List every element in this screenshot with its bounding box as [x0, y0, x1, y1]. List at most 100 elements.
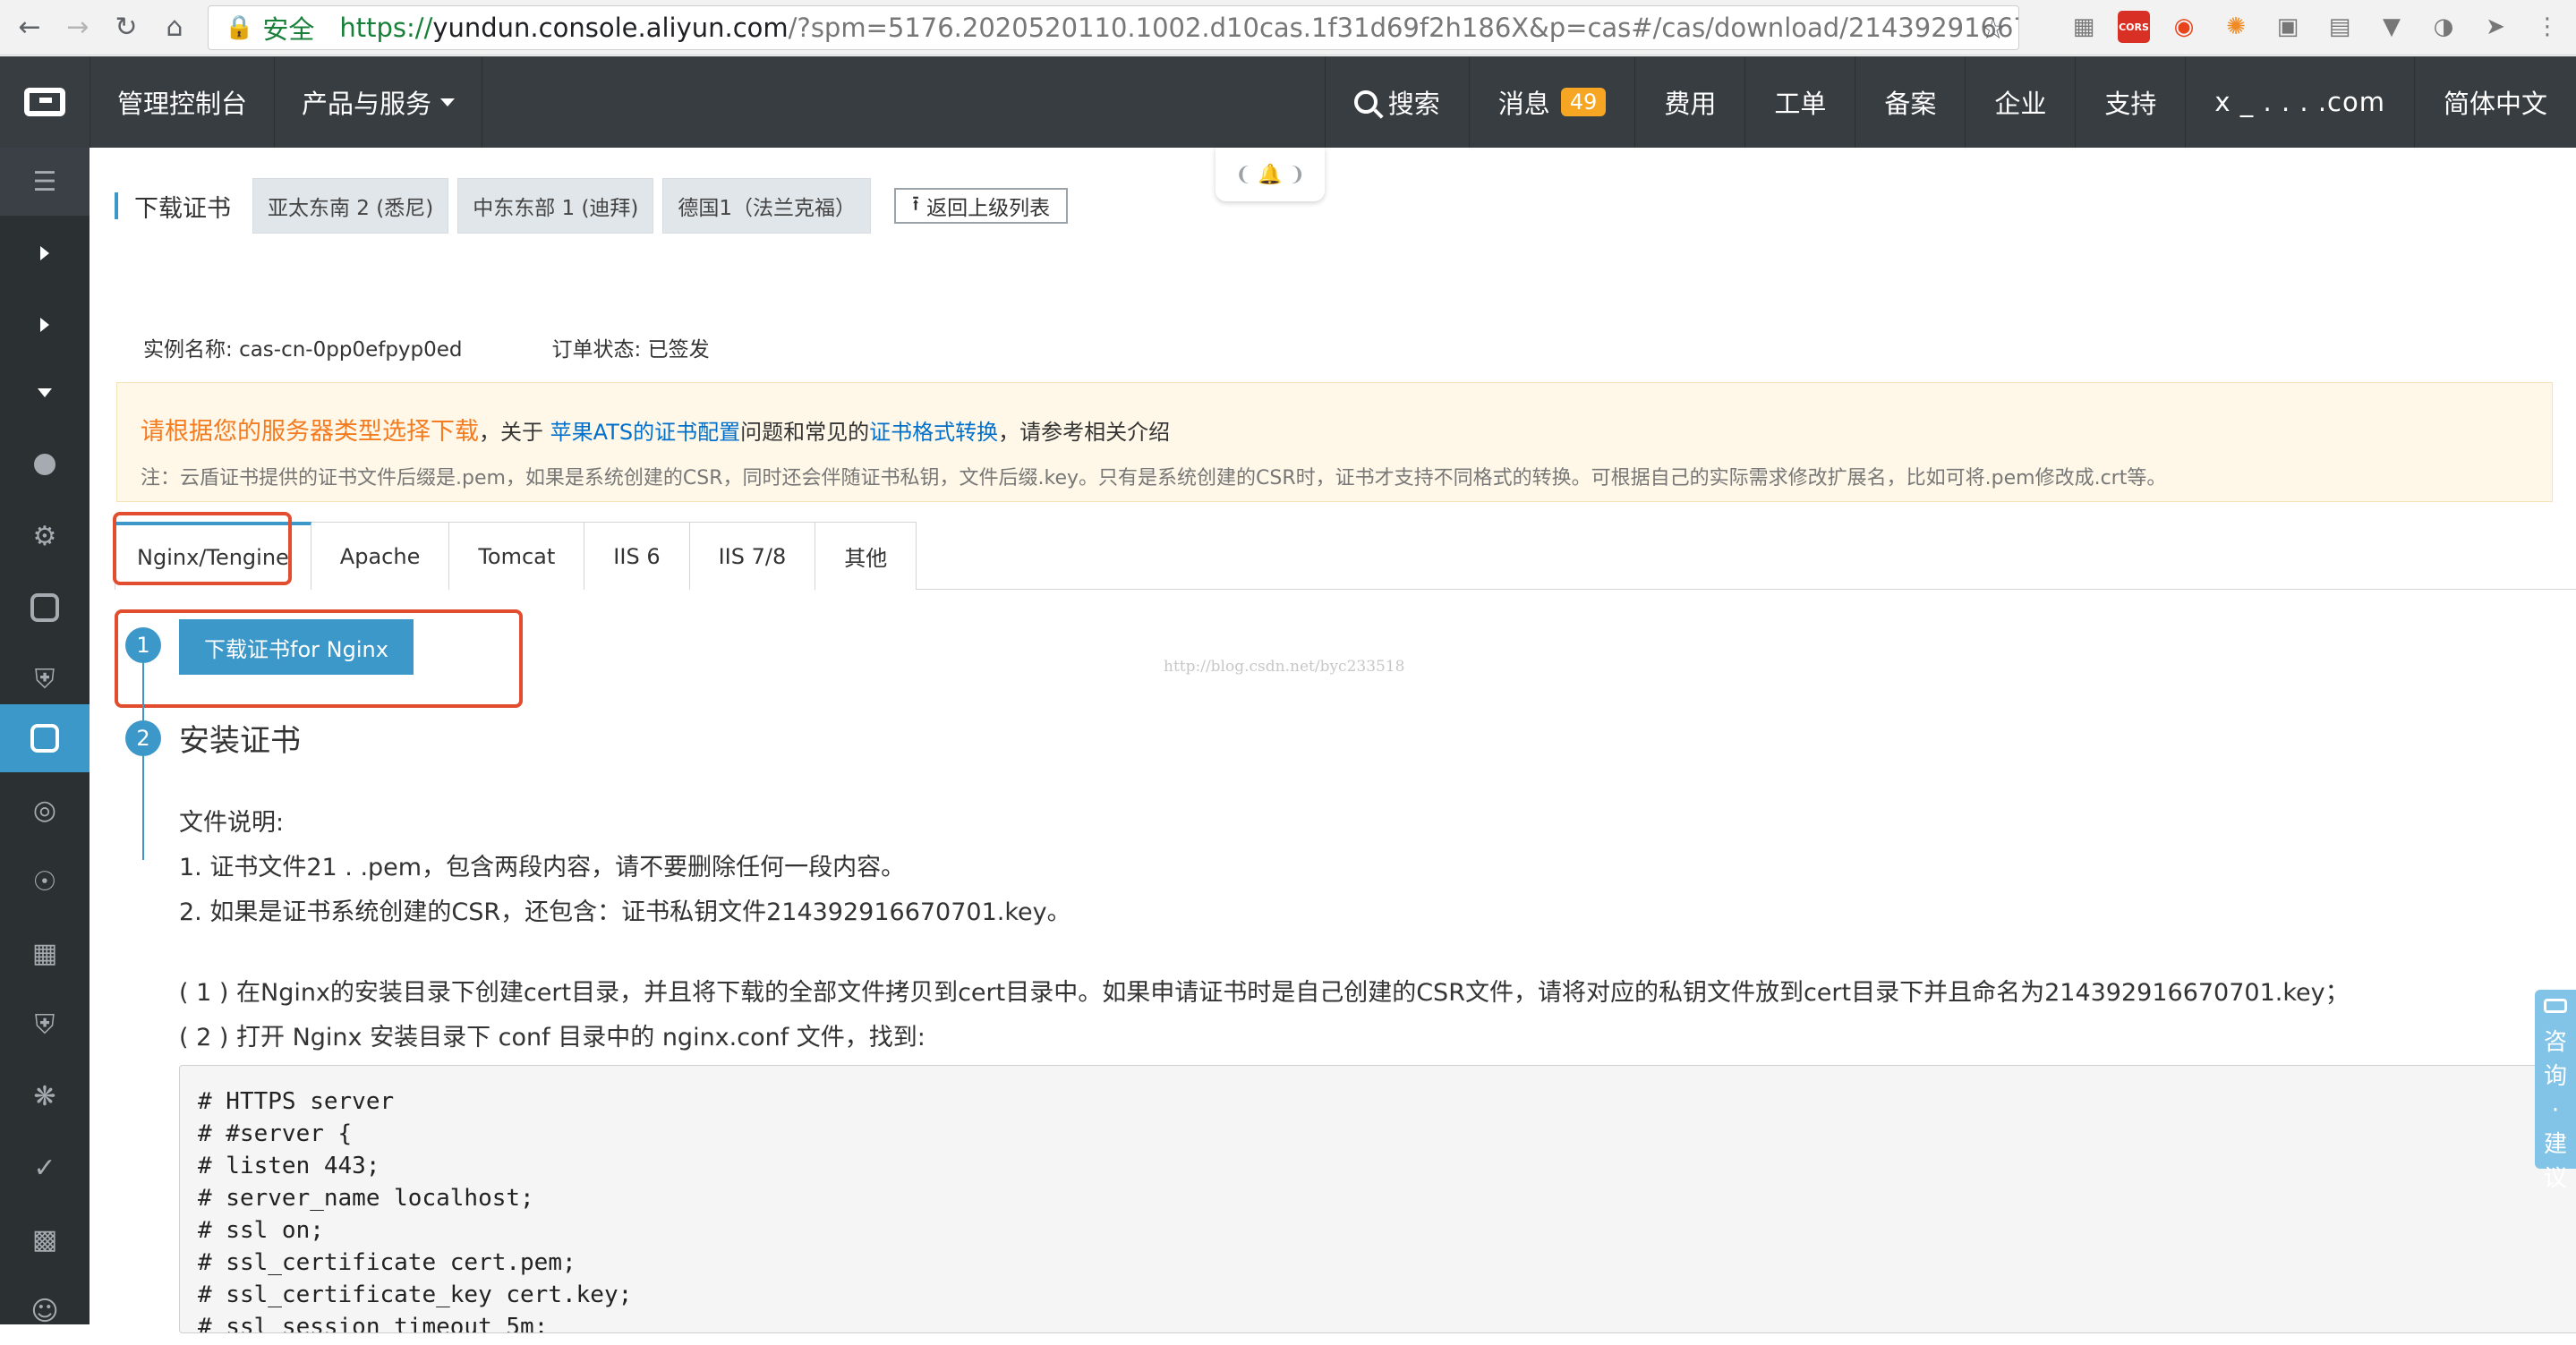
server-type-tabs: Nginx/Tengine Apache Tomcat IIS 6 IIS 7/…	[115, 522, 2576, 590]
sidebar-item-shield[interactable]: ⛨	[0, 991, 90, 1059]
status-label: 订单状态:	[551, 338, 642, 362]
notice-end: ，请参考相关介绍	[998, 420, 1171, 445]
notice-panel: 请根据您的服务器类型选择下载，关于 苹果ATS的证书配置问题和常见的证书格式转换…	[116, 382, 2553, 502]
sidebar-item-user[interactable]: ☺	[0, 1277, 90, 1345]
triangle-right-icon	[40, 246, 49, 260]
sidebar-item-overview[interactable]	[0, 430, 90, 498]
title-accent-bar	[115, 192, 118, 219]
firewall-icon	[30, 593, 59, 622]
support-label: 支持	[2104, 89, 2157, 119]
shield-extension-icon[interactable]: ◉	[2166, 9, 2202, 45]
sidebar-expand-1[interactable]	[0, 219, 90, 287]
order-status: 订单状态: 已签发	[552, 332, 710, 362]
sidebar-item-target[interactable]: ☉	[0, 847, 90, 915]
tab-apache[interactable]: Apache	[311, 522, 450, 590]
messages-label: 消息	[1497, 89, 1550, 119]
code-line: # listen 443;	[198, 1153, 380, 1179]
enterprise-link[interactable]: 企业	[1965, 56, 2075, 148]
sidebar-item-grid[interactable]: ▦	[0, 919, 90, 987]
region-tab[interactable]: 德国1（法兰克福）	[662, 178, 872, 234]
nginx-config-code: # HTTPS server # #server { # listen 443;…	[179, 1065, 2576, 1333]
account-menu[interactable]: x _ . . . .com	[2185, 56, 2414, 148]
sidebar-item-stats[interactable]: ▩	[0, 1205, 90, 1273]
step-2-marker: 2	[125, 720, 161, 756]
instance-name: 实例名称: cas-cn-0pp0efpyp0ed	[143, 332, 463, 362]
address-bar[interactable]: 🔒 安全 https:// yundun.console.aliyun.com …	[208, 5, 2019, 50]
triangle-right-icon	[40, 318, 49, 332]
sidebar-item-settings[interactable]: ⚙	[0, 502, 90, 570]
cors-extension-icon[interactable]: CORS	[2118, 11, 2150, 43]
sidebar-item-firewall[interactable]	[0, 574, 90, 642]
status-value: 已签发	[647, 338, 710, 362]
notice-mid: 问题和常见的	[740, 420, 870, 445]
camera-icon[interactable]: ▣	[2270, 9, 2306, 45]
forward-arrow-icon[interactable]: →	[59, 9, 97, 47]
tab-iis78[interactable]: IIS 7/8	[689, 522, 816, 590]
qr-code-icon[interactable]: ▦	[2066, 9, 2102, 45]
sidebar-item-eye[interactable]: ◎	[0, 776, 90, 844]
sidebar-expand-2[interactable]	[0, 291, 90, 359]
tab-tomcat[interactable]: Tomcat	[449, 522, 585, 590]
billing-link[interactable]: 费用	[1634, 56, 1744, 148]
vue-devtools-icon[interactable]: ▼	[2374, 9, 2410, 45]
search-icon	[1353, 90, 1378, 114]
feedback-button[interactable]: 咨 询 · 建 议	[2535, 990, 2576, 1192]
back-arrow-icon[interactable]: ←	[11, 9, 48, 47]
watermark: http://blog.csdn.net/byc233518	[1164, 658, 1405, 676]
icp-label: 备案	[1884, 89, 1937, 119]
search-button[interactable]: 搜索	[1324, 56, 1469, 148]
code-line: # ssl_certificate_key cert.key;	[198, 1281, 633, 1308]
notice-highlight: 请根据您的服务器类型选择下载	[141, 418, 479, 446]
region-tab[interactable]: 亚太东南 2 (悉尼)	[252, 178, 449, 234]
dot-icon	[34, 454, 55, 475]
secure-label: 安全	[262, 14, 315, 45]
step-1-marker: 1	[125, 627, 161, 663]
tab-other[interactable]: 其他	[815, 522, 917, 590]
aliyun-logo[interactable]	[0, 56, 90, 148]
notice-headline: 请根据您的服务器类型选择下载，关于 苹果ATS的证书配置问题和常见的证书格式转换…	[141, 412, 1170, 447]
sidebar-item-certificates[interactable]	[0, 704, 90, 772]
ats-config-link[interactable]: 苹果ATS的证书配置	[550, 420, 740, 445]
bookmark-star-icon[interactable]: ☆	[1980, 12, 2006, 46]
feedback-char: 询	[2543, 1063, 2567, 1090]
page-header: 下载证书 亚太东南 2 (悉尼) 中东东部 1 (迪拜) 德国1（法兰克福） ⭱…	[115, 178, 1069, 234]
code-line: # ssl_certificate cert.pem;	[198, 1249, 576, 1276]
install-step-2: ( 2 ) 打开 Nginx 安装目录下 conf 目录中的 nginx.con…	[179, 1024, 925, 1051]
messages-button[interactable]: 消息 49	[1468, 56, 1635, 148]
format-convert-link[interactable]: 证书格式转换	[869, 420, 998, 445]
file-desc-label: 文件说明:	[179, 809, 285, 837]
notification-bell[interactable]: ❨ 🔔 ❩	[1215, 148, 1325, 201]
download-nginx-button[interactable]: 下载证书for Nginx	[179, 619, 414, 675]
reader-icon[interactable]: ▤	[2322, 9, 2358, 45]
products-label: 产品与服务	[302, 89, 432, 119]
icp-link[interactable]: 备案	[1855, 56, 1965, 148]
enterprise-label: 企业	[1994, 89, 2047, 119]
code-line: # #server {	[198, 1120, 353, 1147]
products-menu[interactable]: 产品与服务	[275, 56, 483, 148]
tab-iis6[interactable]: IIS 6	[584, 522, 690, 590]
instance-label: 实例名称:	[143, 338, 233, 362]
messages-count-badge: 49	[1560, 88, 1607, 116]
back-to-list-button[interactable]: ⭱ 返回上级列表	[894, 188, 1069, 224]
tickets-label: 工单	[1774, 89, 1827, 119]
translate-icon[interactable]: ◑	[2426, 9, 2461, 45]
bell-icon: ❨ 🔔 ❩	[1234, 163, 1306, 186]
support-link[interactable]: 支持	[2075, 56, 2185, 148]
console-link[interactable]: 管理控制台	[90, 56, 276, 148]
home-icon[interactable]: ⌂	[156, 9, 193, 47]
menu-dots-icon[interactable]: ⋮	[2529, 9, 2565, 45]
region-tab[interactable]: 中东东部 1 (迪拜)	[457, 178, 654, 234]
language-switch[interactable]: 简体中文	[2413, 56, 2576, 148]
sidebar-item-network[interactable]: ❋	[0, 1062, 90, 1130]
sidebar-toggle-button[interactable]: ☰	[0, 148, 90, 216]
reload-icon[interactable]: ↻	[107, 9, 145, 47]
caret-down-icon	[440, 98, 456, 106]
url-host: yundun.console.aliyun.com	[432, 13, 789, 43]
bird-extension-icon[interactable]: ➤	[2478, 9, 2513, 45]
url-path: /?spm=5176.2020520110.1002.d10cas.1f31d6…	[788, 13, 2018, 43]
tickets-link[interactable]: 工单	[1744, 56, 1855, 148]
sidebar-item-check[interactable]: ✓	[0, 1134, 90, 1202]
sidebar-collapse[interactable]	[0, 359, 90, 427]
orange-extension-icon[interactable]: ✺	[2218, 9, 2254, 45]
sidebar-item-security[interactable]: ⛨	[0, 645, 90, 713]
